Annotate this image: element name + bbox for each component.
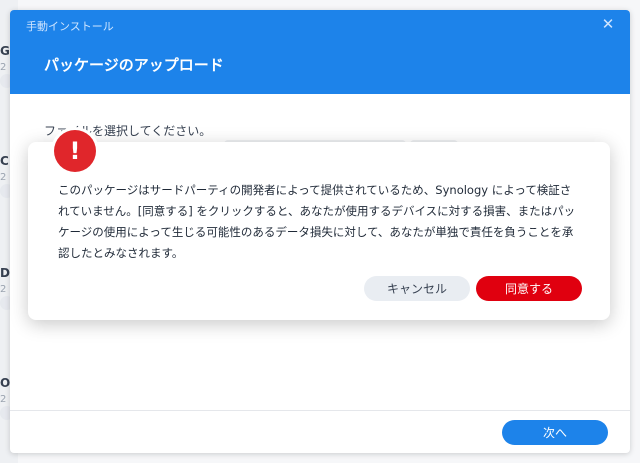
agree-button[interactable]: 同意する bbox=[476, 276, 582, 301]
list-item-letter: D bbox=[0, 266, 10, 280]
list-item-subtext: 2 bbox=[0, 284, 7, 295]
window-subtitle: パッケージのアップロード bbox=[44, 56, 224, 74]
list-item-letter: C bbox=[0, 154, 9, 168]
third-party-warning-dialog: このパッケージはサードパーティの開発者によって提供されているため、Synolog… bbox=[28, 142, 610, 320]
footer-divider bbox=[10, 410, 630, 411]
close-icon[interactable]: ✕ bbox=[600, 16, 616, 32]
list-item-letter: G bbox=[0, 44, 10, 58]
warning-exclamation-icon: ! bbox=[54, 130, 96, 172]
window-title: 手動インストール bbox=[26, 20, 114, 33]
cancel-button[interactable]: キャンセル bbox=[364, 276, 470, 301]
list-item-letter: O bbox=[0, 376, 11, 390]
warning-message: このパッケージはサードパーティの開発者によって提供されているため、Synolog… bbox=[58, 183, 576, 260]
list-item-subtext: 2 bbox=[0, 172, 7, 183]
window-header: 手動インストール ✕ パッケージのアップロード bbox=[10, 10, 630, 94]
list-item-subtext: 2 bbox=[0, 62, 7, 73]
next-button[interactable]: 次へ bbox=[502, 420, 608, 445]
list-item-subtext: 2 bbox=[0, 394, 7, 405]
